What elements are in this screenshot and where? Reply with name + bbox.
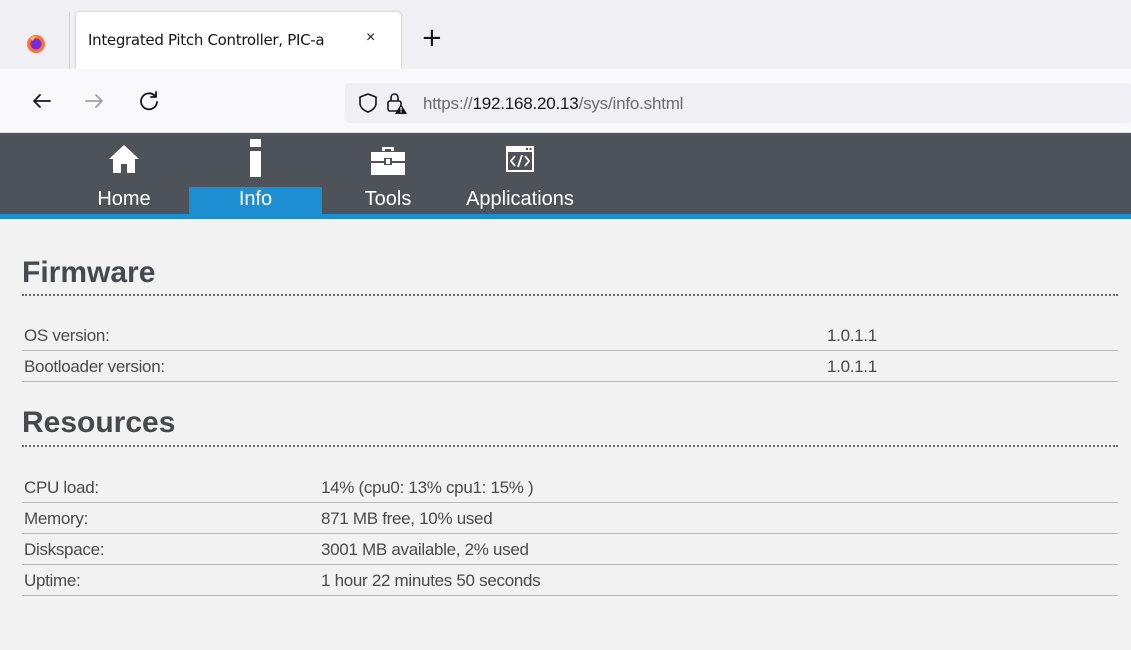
firmware-divider	[22, 294, 1118, 296]
firmware-heading: Firmware	[22, 256, 156, 289]
row-label: Memory:	[24, 509, 89, 528]
code-window-icon	[506, 146, 534, 172]
row-value: 871 MB free, 10% used	[321, 509, 493, 528]
table-row-bootloader-version: Bootloader version: 1.0.1.1	[22, 351, 1118, 382]
url-host: 192.168.20.13	[472, 94, 579, 113]
row-label: OS version:	[24, 326, 110, 345]
menu-label-tools: Tools	[364, 188, 412, 210]
browser-tab-strip: Integrated Pitch Controller, PIC-a × +	[0, 0, 1131, 70]
new-tab-button[interactable]: +	[421, 25, 443, 51]
menu-label-info: Info	[238, 188, 273, 210]
row-value: 1.0.1.1	[827, 357, 877, 376]
tab-close-icon[interactable]: ×	[366, 29, 375, 47]
menu-item-applications[interactable]: Applications	[452, 133, 588, 214]
browser-nav-bar: https://192.168.20.13/sys/info.shtml	[0, 69, 1131, 133]
tracking-shield-icon[interactable]	[357, 92, 379, 114]
menu-label-home: Home	[97, 188, 151, 210]
row-label: CPU load:	[24, 478, 99, 497]
tab-separator	[69, 12, 70, 70]
row-label: Bootloader version:	[24, 357, 165, 376]
menu-item-home[interactable]: Home	[88, 133, 160, 214]
reload-icon[interactable]	[135, 87, 163, 115]
url-bar[interactable]: https://192.168.20.13/sys/info.shtml	[345, 83, 1131, 123]
toolbox-icon	[371, 147, 405, 175]
row-value: 3001 MB available, 2% used	[321, 540, 529, 559]
forward-arrow-icon[interactable]	[80, 87, 108, 115]
info-icon	[249, 139, 261, 177]
row-value: 14% (cpu0: 13% cpu1: 15% )	[321, 478, 534, 497]
url-scheme: https://	[423, 94, 473, 113]
menu-label-applications: Applications	[466, 188, 574, 210]
row-value: 1 hour 22 minutes 50 seconds	[321, 571, 541, 590]
table-row-os-version: OS version: 1.0.1.1	[22, 320, 1118, 351]
url-text[interactable]: https://192.168.20.13/sys/info.shtml	[423, 94, 683, 114]
menu-item-info[interactable]: Info	[189, 133, 322, 214]
firefox-logo-icon[interactable]	[26, 34, 46, 54]
tab-title: Integrated Pitch Controller, PIC-a	[88, 31, 325, 49]
row-label: Uptime:	[24, 571, 81, 590]
home-icon	[109, 145, 139, 173]
browser-tab[interactable]: Integrated Pitch Controller, PIC-a ×	[76, 12, 401, 69]
table-row-uptime: Uptime: 1 hour 22 minutes 50 seconds	[22, 565, 1118, 596]
row-value: 1.0.1.1	[827, 326, 877, 345]
menu-item-tools[interactable]: Tools	[348, 133, 428, 214]
insecure-lock-icon[interactable]	[385, 91, 409, 115]
table-row-memory: Memory: 871 MB free, 10% used	[22, 503, 1118, 534]
table-row-diskspace: Diskspace: 3001 MB available, 2% used	[22, 534, 1118, 565]
resources-heading: Resources	[22, 406, 176, 439]
resources-divider	[22, 445, 1118, 447]
url-path: /sys/info.shtml	[578, 94, 684, 113]
back-arrow-icon[interactable]	[28, 87, 56, 115]
row-label: Diskspace:	[24, 540, 105, 559]
table-row-cpu-load: CPU load: 14% (cpu0: 13% cpu1: 15% )	[22, 472, 1118, 503]
app-header-menu: Home Info Tools Applications	[0, 133, 1131, 219]
